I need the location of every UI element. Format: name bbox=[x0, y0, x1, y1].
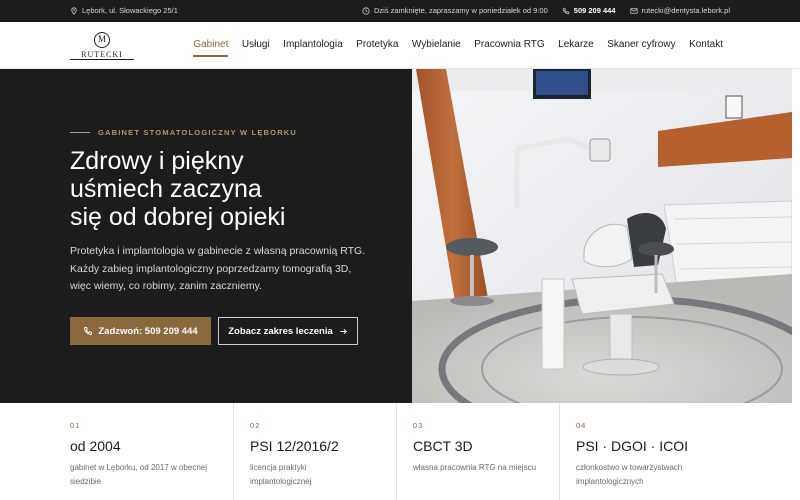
stat-number-4: 04 bbox=[576, 421, 587, 430]
dental-office-image bbox=[412, 69, 792, 403]
arrow-right-icon bbox=[339, 327, 348, 336]
clock-icon bbox=[362, 6, 370, 15]
nav-item-uslugi[interactable]: Usługi bbox=[242, 39, 270, 50]
mail-icon bbox=[629, 7, 638, 15]
main-navigation: M RUTECKI Gabinet Usługi Implantologia P… bbox=[0, 22, 800, 69]
treatment-range-button-label: Zobacz zakres leczenia bbox=[228, 325, 333, 337]
email-link[interactable]: rutecki@dentysta.lebork.pl bbox=[629, 6, 731, 15]
stat-number-2: 02 bbox=[250, 421, 261, 430]
hero-headline-line-3: się od dobrej opieki bbox=[70, 203, 286, 231]
nav-menu: Gabinet Usługi Implantologia Protetyka W… bbox=[193, 39, 723, 57]
nav-item-gabinet[interactable]: Gabinet bbox=[193, 39, 229, 57]
phone-icon bbox=[83, 326, 93, 336]
nav-item-wybielanie[interactable]: Wybielanie bbox=[412, 39, 461, 50]
logo-underline bbox=[70, 59, 134, 60]
hero-headline: Zdrowy i piękny uśmiech zaczyna się od d… bbox=[70, 147, 390, 231]
hero-lead: Protetyka i implantologia w gabinecie z … bbox=[70, 243, 390, 296]
stat-title-2: PSI 12/2016/2 bbox=[250, 438, 339, 454]
phone-text: 509 209 444 bbox=[573, 6, 616, 15]
location-pin-icon bbox=[70, 6, 78, 15]
nav-item-pracownia-rtg[interactable]: Pracownia RTG bbox=[474, 39, 544, 50]
stat-title-4: PSI · DGOI · ICOI bbox=[576, 438, 689, 454]
address-item: Lębork, ul. Słowackiego 25/1 bbox=[70, 6, 178, 15]
hero-lead-line-3: więc wiemy, co robimy, zanim zaczniemy. bbox=[70, 280, 262, 292]
stat-title-1: od 2004 bbox=[70, 438, 121, 454]
logo-mark: M bbox=[94, 32, 110, 48]
stats-section: 01 od 2004 gabinet w Lęborku, od 2017 w … bbox=[0, 403, 800, 500]
stat-card-1: 01 od 2004 gabinet w Lęborku, od 2017 w … bbox=[70, 403, 233, 500]
hero-eyebrow-text: GABINET STOMATOLOGICZNY W LĘBORKU bbox=[98, 128, 298, 137]
logo-wordmark: RUTECKI bbox=[81, 50, 123, 59]
hero-eyebrow: GABINET STOMATOLOGICZNY W LĘBORKU bbox=[70, 128, 297, 137]
call-button[interactable]: Zadzwoń: 509 209 444 bbox=[70, 317, 211, 345]
hero-section: GABINET STOMATOLOGICZNY W LĘBORKU Zdrowy… bbox=[0, 69, 412, 403]
stat-card-2: 02 PSI 12/2016/2 licencja praktyki impla… bbox=[233, 403, 396, 500]
stat-desc-1: gabinet w Lęborku, od 2017 w obecnej sie… bbox=[70, 463, 207, 486]
hero-lead-line-1: Protetyka i implantologia w gabinecie z … bbox=[70, 245, 366, 257]
treatment-range-button[interactable]: Zobacz zakres leczenia bbox=[218, 317, 358, 345]
nav-item-kontakt[interactable]: Kontakt bbox=[689, 39, 723, 50]
phone-link[interactable]: 509 209 444 bbox=[562, 6, 616, 15]
hero-headline-line-1: Zdrowy i piękny bbox=[70, 147, 244, 175]
nav-item-implantologia[interactable]: Implantologia bbox=[283, 39, 342, 50]
stat-number-3: 03 bbox=[413, 421, 424, 430]
call-button-label: Zadzwoń: 509 209 444 bbox=[98, 325, 198, 337]
eyebrow-dash bbox=[70, 132, 90, 133]
hero-lead-line-2: Każdy zabieg implantologiczny poprzedzam… bbox=[70, 262, 352, 275]
stat-card-4: 04 PSI · DGOI · ICOI członkostwo w towar… bbox=[559, 403, 730, 500]
opening-hours-text: Dziś zamknięte, zapraszamy w poniedziałe… bbox=[373, 6, 548, 15]
nav-item-protetyka[interactable]: Protetyka bbox=[356, 39, 398, 50]
opening-hours-item: Dziś zamknięte, zapraszamy w poniedziałe… bbox=[362, 6, 548, 15]
stat-desc-2: licencja praktyki implantologicznej bbox=[250, 463, 312, 486]
top-info-bar: Lębork, ul. Słowackiego 25/1 Dziś zamkni… bbox=[0, 0, 800, 22]
clinic-photo bbox=[412, 69, 792, 403]
stat-title-3: CBCT 3D bbox=[413, 438, 473, 454]
stat-desc-3: własna pracownia RTG na miejscu bbox=[413, 463, 537, 472]
nav-item-lekarze[interactable]: Lekarze bbox=[558, 39, 594, 50]
hero-headline-line-2: uśmiech zaczyna bbox=[70, 175, 262, 203]
stat-desc-4: członkostwo w towarzystwach implantologi… bbox=[576, 463, 683, 486]
stat-card-3: 03 CBCT 3D własna pracownia RTG na miejs… bbox=[396, 403, 559, 500]
phone-icon bbox=[562, 7, 570, 15]
logo[interactable]: M RUTECKI bbox=[70, 30, 134, 62]
email-text: rutecki@dentysta.lebork.pl bbox=[641, 6, 731, 15]
stat-number-1: 01 bbox=[70, 421, 81, 430]
address-text: Lębork, ul. Słowackiego 25/1 bbox=[82, 6, 178, 15]
nav-item-skaner-cyfrowy[interactable]: Skaner cyfrowy bbox=[607, 39, 675, 50]
